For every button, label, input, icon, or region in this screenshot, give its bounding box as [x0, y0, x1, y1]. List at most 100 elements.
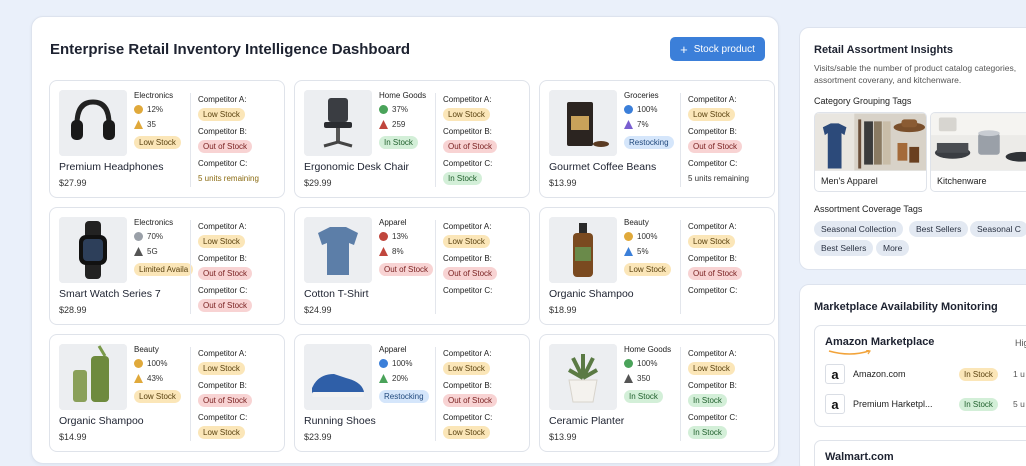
product-price: $13.99 — [549, 178, 577, 188]
product-name: Smart Watch Series 7 — [59, 288, 161, 300]
group-label-kitchenware: Kitchenware — [937, 176, 987, 186]
coverage-tag-more[interactable]: More — [876, 240, 910, 256]
competitor-status-badge: Out of Stock — [198, 299, 253, 312]
competitor-b: Competitor B: Out of Stock — [198, 254, 284, 281]
coverage-tag-best-sellers-2[interactable]: Best Sellers — [814, 240, 874, 256]
product-card[interactable]: Apparel 100% 20% Restocking Running Shoe… — [294, 334, 530, 452]
competitor-a-label: Competitor A: — [688, 222, 737, 231]
product-card[interactable]: Apparel 13% 8% Out of Stock Cotton T-Shi… — [294, 207, 530, 325]
competitor-status-badge: Out of Stock — [198, 394, 253, 407]
amazon-smile-icon — [828, 350, 871, 355]
coverage-title: Assortment Coverage Tags — [814, 204, 923, 214]
competitor-b: Competitor B: Out of Stock — [443, 381, 529, 408]
product-name: Ceramic Planter — [549, 415, 625, 427]
product-stat-2-value: 7% — [637, 120, 649, 129]
product-stat-2-value: 350 — [637, 374, 651, 383]
competitor-c-label: Competitor C: — [198, 286, 248, 295]
product-card[interactable]: Beauty 100% 5% Low Stock Organic Shampoo… — [539, 207, 775, 325]
stat-icon — [134, 232, 143, 241]
product-card[interactable]: Home Goods 37% 259 In Stock Ergonomic De… — [294, 80, 530, 198]
stat-icon — [624, 120, 633, 129]
competitor-c: Competitor C: — [688, 286, 774, 295]
group-card-mens-apparel[interactable]: Men's Apparel — [814, 112, 927, 192]
stock-product-label: Stock product — [693, 43, 755, 55]
product-status-badge: Low Stock — [134, 390, 181, 403]
competitor-c: Competitor C: Low Stock — [198, 413, 284, 440]
insights-title: Retail Assortment Insights — [814, 44, 953, 56]
group-card-kitchenware[interactable]: Kitchenware — [930, 112, 1026, 192]
product-image — [549, 344, 617, 410]
product-stat-1-value: 13% — [392, 232, 409, 241]
competitor-b: Competitor B: Out of Stock — [198, 381, 284, 408]
competitor-status-badge: Low Stock — [198, 108, 245, 121]
card-divider — [435, 347, 436, 441]
stat-icon — [624, 105, 633, 114]
competitor-status-badge: Low Stock — [443, 108, 490, 121]
product-image — [549, 90, 617, 156]
competitor-b-label: Competitor B: — [688, 381, 737, 390]
amazon-logo-icon: a — [825, 394, 845, 414]
competitor-b-label: Competitor B: — [443, 254, 492, 263]
product-name: Running Shoes — [304, 415, 376, 427]
product-status-badge: Out of Stock — [379, 263, 434, 276]
stat-icon — [134, 374, 143, 383]
competitor-a-label: Competitor A: — [443, 95, 492, 104]
stat-icon — [379, 359, 388, 368]
product-card[interactable]: Groceries 100% 7% Restocking Gourmet Cof… — [539, 80, 775, 198]
product-stat-2: 20% — [379, 374, 408, 383]
product-image — [304, 217, 372, 283]
insights-description: Visits/sable the number of product catal… — [814, 63, 1017, 85]
marketplace-row-name: Amazon.com — [853, 369, 906, 379]
marketplace-extra: 1 u — [1013, 369, 1025, 379]
product-stat-1: 100% — [624, 359, 657, 368]
stat-icon — [134, 359, 143, 368]
competitor-b-label: Competitor B: — [198, 254, 247, 263]
competitor-b: Competitor B: Out of Stock — [688, 127, 774, 154]
stat-icon — [134, 120, 143, 129]
competitor-a: Competitor A: Low Stock — [688, 95, 774, 122]
product-image — [59, 90, 127, 156]
competitor-c: Competitor C: — [443, 286, 529, 295]
stock-product-button[interactable]: + Stock product — [670, 37, 765, 61]
product-price: $18.99 — [549, 305, 577, 315]
coverage-tag-seasonal-2[interactable]: Seasonal C — [970, 221, 1026, 237]
product-price: $14.99 — [59, 432, 87, 442]
product-card[interactable]: Beauty 100% 43% Low Stock Organic Shampo… — [49, 334, 285, 452]
competitor-status-badge: Out of Stock — [688, 140, 743, 153]
walmart-marketplace-card: Walmart.com — [814, 440, 1026, 466]
product-stat-2-value: 5% — [637, 247, 649, 256]
product-card[interactable]: Home Goods 100% 350 In Stock Ceramic Pla… — [539, 334, 775, 452]
product-image — [304, 344, 372, 410]
product-stat-2: 5% — [624, 247, 649, 256]
group-label-mens-apparel: Men's Apparel — [821, 176, 878, 186]
competitor-c: Competitor C: In Stock — [443, 159, 529, 186]
competitor-a: Competitor A: Low Stock — [443, 349, 529, 376]
marketplace-row[interactable]: a Premium Harketpl... In Stock 5 u — [825, 392, 1026, 416]
coverage-tag-seasonal[interactable]: Seasonal Collection — [814, 221, 904, 237]
product-stat-2-value: 5G — [147, 247, 158, 256]
marketplace-row-name: Premium Harketpl... — [853, 399, 933, 409]
coverage-tag-best-sellers[interactable]: Best Sellers — [909, 221, 969, 237]
product-stat-2: 350 — [624, 374, 650, 383]
competitor-status-badge: Low Stock — [198, 235, 245, 248]
competitor-c-label: Competitor C: — [443, 286, 493, 295]
product-stat-1-value: 100% — [637, 359, 658, 368]
product-card[interactable]: Electronics 12% 35 Low Stock Premium Hea… — [49, 80, 285, 198]
competitor-status-badge: Out of Stock — [443, 267, 498, 280]
marketplace-row[interactable]: a Amazon.com In Stock 1 u — [825, 362, 1026, 386]
product-stat-1-value: 12% — [147, 105, 164, 114]
competitor-status-badge: Out of Stock — [198, 140, 253, 153]
competitor-status-badge: Low Stock — [443, 426, 490, 439]
product-image — [304, 90, 372, 156]
card-divider — [680, 347, 681, 441]
stat-icon — [624, 374, 633, 383]
card-divider — [680, 220, 681, 314]
product-status-badge: Restocking — [379, 390, 429, 403]
stat-icon — [379, 105, 388, 114]
stat-icon — [134, 105, 143, 114]
competitor-c-label: Competitor C: — [688, 413, 738, 422]
product-price: $29.99 — [304, 178, 332, 188]
product-card[interactable]: Electronics 70% 5G Limited Availa Smart … — [49, 207, 285, 325]
competitor-status-badge: Low Stock — [443, 362, 490, 375]
card-divider — [435, 220, 436, 314]
